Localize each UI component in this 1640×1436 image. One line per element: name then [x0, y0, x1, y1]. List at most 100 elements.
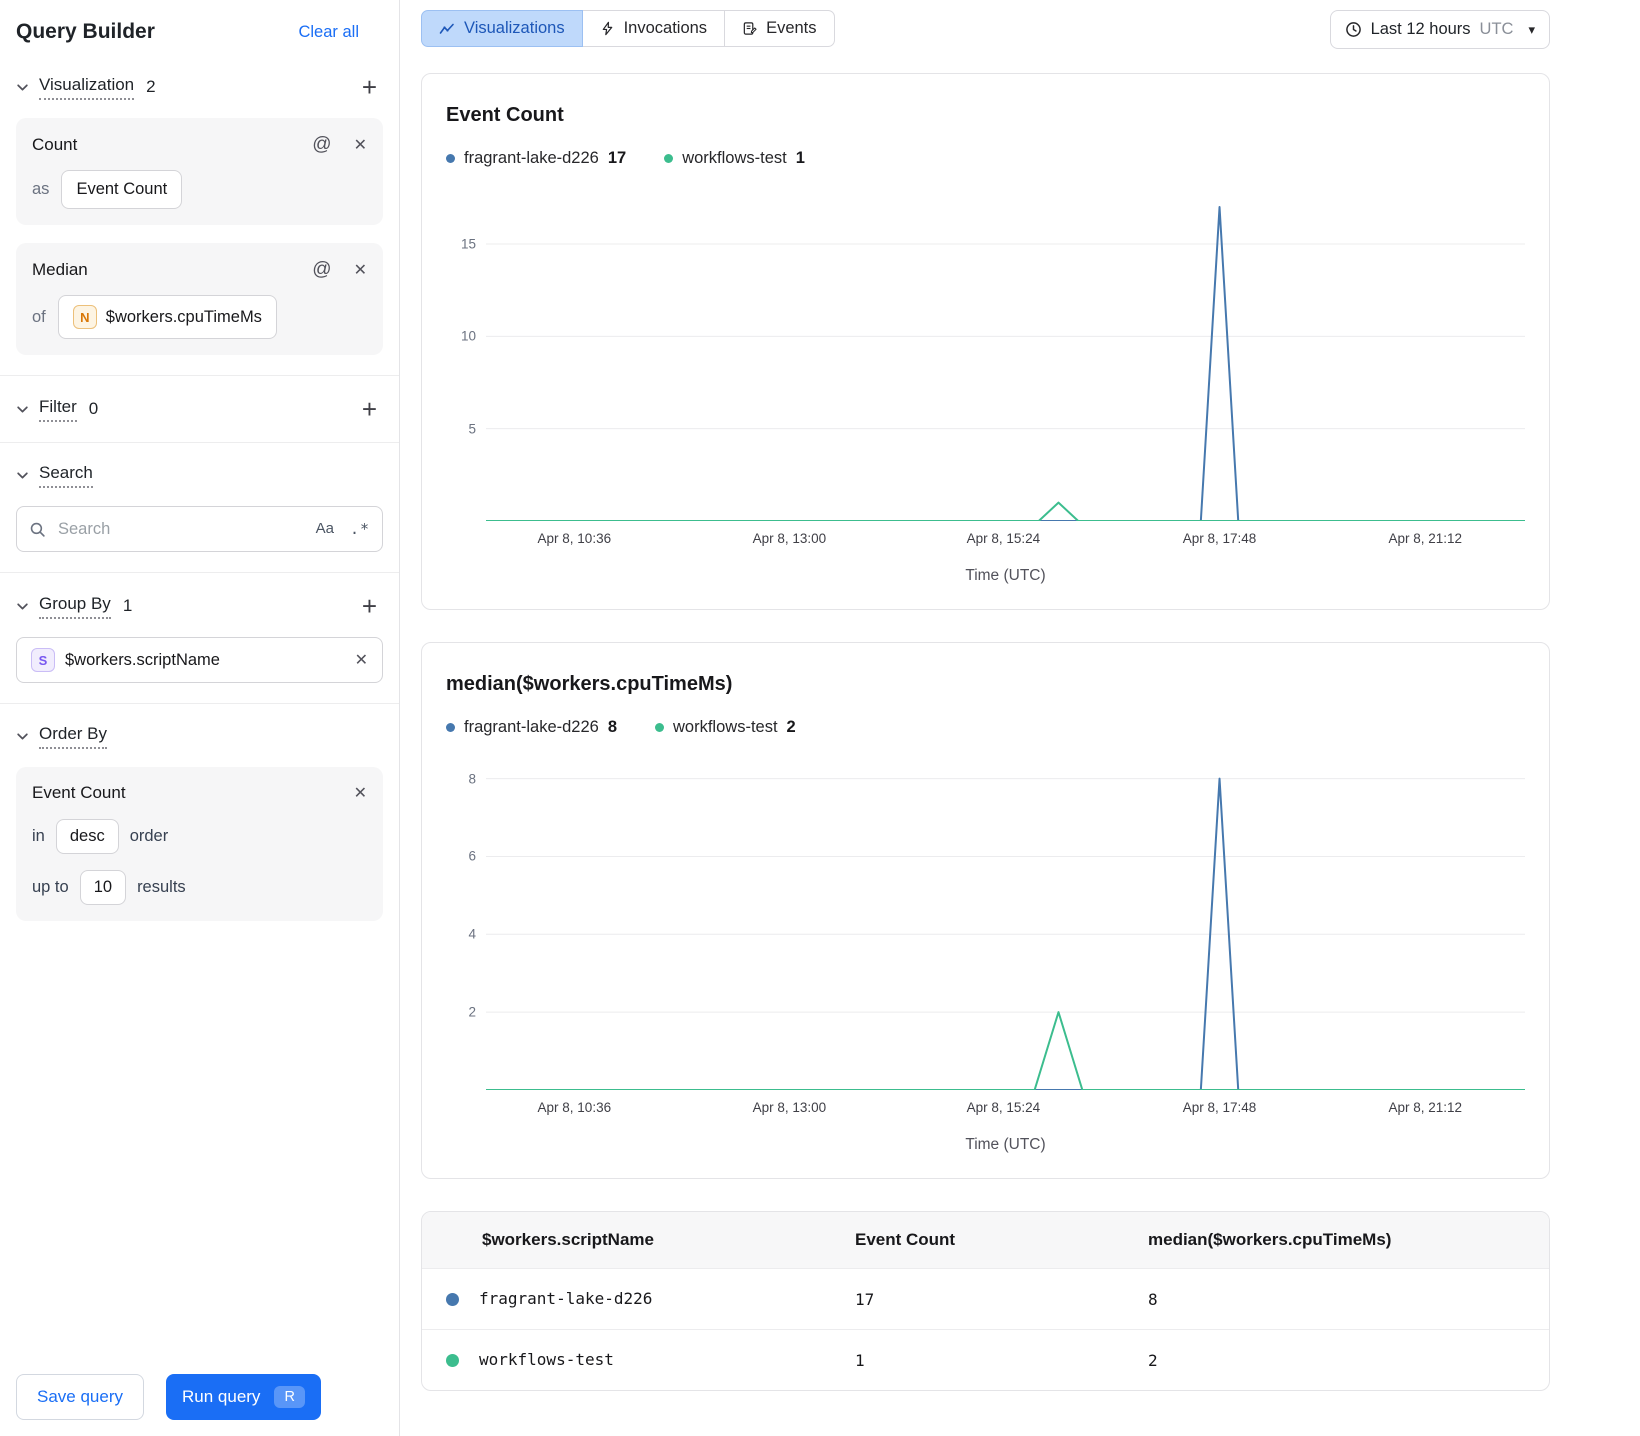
legend-label: workflows-test [682, 149, 787, 167]
x-axis-labels: Apr 8, 10:36 Apr 8, 13:00 Apr 8, 15:24 Apr … [486, 1100, 1525, 1120]
add-filter-button[interactable]: + [356, 396, 383, 422]
value-cell: 8 [1132, 1268, 1549, 1330]
alias-chip[interactable]: Event Count [61, 170, 183, 209]
legend-value: 8 [607, 718, 618, 736]
limit-chip[interactable]: 10 [79, 870, 127, 905]
search-section-title: Search [39, 463, 93, 488]
search-section: Search Aa .* [0, 443, 399, 573]
legend-item[interactable]: fragrant-lake-d226 8 [446, 718, 617, 737]
run-query-button[interactable]: Run query R [166, 1374, 321, 1420]
field-chip[interactable]: N $workers.cpuTimeMs [57, 295, 277, 339]
y-tick-label: 5 [468, 421, 476, 437]
group-by-count: 1 [122, 596, 133, 615]
sidebar-footer: Save query Run query R [0, 1358, 399, 1436]
string-field-icon: S [31, 648, 55, 672]
close-icon[interactable]: ✕ [354, 783, 367, 803]
legend-item[interactable]: workflows-test 2 [655, 718, 796, 737]
caret-down-icon: ▾ [1528, 21, 1535, 37]
field-chip-label: $workers.cpuTimeMs [105, 307, 262, 326]
x-tick-label: Apr 8, 10:36 [537, 1100, 612, 1115]
order-direction-chip[interactable]: desc [55, 819, 119, 854]
order-by-field: Event Count [32, 783, 126, 802]
close-icon[interactable]: ✕ [354, 135, 367, 155]
tab-events[interactable]: Events [724, 10, 835, 47]
chevron-down-icon[interactable] [16, 469, 29, 482]
legend-dot [446, 154, 455, 163]
close-icon[interactable]: ✕ [354, 260, 367, 280]
column-header-event-count: Event Count [838, 1212, 1132, 1269]
chart-plot[interactable] [486, 765, 1525, 1090]
at-icon[interactable]: @ [312, 134, 331, 156]
series-color-dot [446, 1354, 459, 1368]
order-by-card: Event Count ✕ in desc order up to 10 res… [16, 767, 383, 921]
tab-label: Visualizations [464, 19, 565, 37]
chart-title: Event Count [446, 104, 564, 126]
save-query-button[interactable]: Save query [16, 1374, 144, 1420]
search-input[interactable] [56, 518, 306, 540]
chart-line-icon [439, 21, 455, 37]
x-tick-label: Apr 8, 17:48 [1182, 1100, 1257, 1115]
x-tick-label: Apr 8, 21:12 [1388, 531, 1463, 546]
x-axis-labels: Apr 8, 10:36 Apr 8, 13:00 Apr 8, 15:24 Apr … [486, 531, 1525, 551]
add-visualization-button[interactable]: + [356, 74, 383, 100]
y-axis-labels: 2 4 6 8 [446, 765, 486, 1090]
tab-invocations[interactable]: Invocations [581, 10, 726, 47]
chevron-down-icon[interactable] [16, 81, 29, 94]
script-name: workflows-test [479, 1350, 614, 1369]
regex-icon[interactable]: .* [350, 520, 370, 538]
order-in-label: in [32, 827, 45, 845]
run-shortcut-badge: R [274, 1386, 305, 1408]
series-color-dot [446, 1293, 459, 1307]
legend-label: fragrant-lake-d226 [464, 718, 599, 736]
legend-item[interactable]: workflows-test 1 [664, 149, 805, 168]
visualization-section: Visualization 2 + Count @ ✕ as Event Cou… [0, 54, 399, 376]
median-cpu-chart-card: median($workers.cpuTimeMs) fragrant-lake… [421, 642, 1550, 1179]
x-tick-label: Apr 8, 17:48 [1182, 531, 1257, 546]
filter-section-title: Filter [39, 397, 77, 422]
y-axis-labels: 5 10 15 [446, 196, 486, 521]
time-range-dropdown[interactable]: Last 12 hours UTC ▾ [1329, 10, 1550, 49]
filter-count: 0 [88, 399, 99, 418]
chart-legend: fragrant-lake-d226 17 workflows-test 1 [446, 149, 1525, 168]
group-by-chip[interactable]: S $workers.scriptName ✕ [16, 637, 383, 683]
x-tick-label: Apr 8, 13:00 [752, 1100, 827, 1115]
number-field-icon: N [72, 305, 97, 329]
table-row: workflows-test 1 2 [422, 1329, 1549, 1390]
chart-title: median($workers.cpuTimeMs) [446, 673, 733, 695]
close-icon[interactable]: ✕ [355, 650, 368, 670]
chevron-down-icon[interactable] [16, 600, 29, 613]
order-by-section: Order By Event Count ✕ in desc order up … [0, 704, 399, 941]
field-prefix-label: of [32, 307, 46, 326]
tab-visualizations[interactable]: Visualizations [421, 10, 583, 47]
results-table: $workers.scriptName Event Count median($… [422, 1212, 1549, 1390]
x-tick-label: Apr 8, 15:24 [966, 1100, 1041, 1115]
y-tick-label: 2 [468, 1004, 476, 1020]
tab-label: Events [766, 19, 817, 37]
at-icon[interactable]: @ [312, 259, 331, 281]
value-cell: 2 [1132, 1329, 1549, 1390]
visualization-card-median: Median @ ✕ of N $workers.cpuTimeMs [16, 243, 383, 355]
results-panel: Visualizations Invocations Events Last 1… [400, 0, 1640, 1436]
legend-dot [446, 723, 455, 732]
limit-suffix-label: results [137, 878, 186, 896]
legend-value: 2 [786, 718, 796, 736]
y-tick-label: 15 [460, 236, 476, 252]
search-box: Aa .* [16, 506, 383, 552]
clock-icon [1345, 21, 1362, 38]
column-header-median: median($workers.cpuTimeMs) [1132, 1212, 1549, 1269]
value-cell: 1 [838, 1329, 1132, 1390]
chevron-down-icon[interactable] [16, 730, 29, 743]
match-case-icon[interactable]: Aa [316, 520, 334, 537]
chevron-down-icon[interactable] [16, 403, 29, 416]
bolt-icon [600, 21, 615, 36]
legend-value: 1 [795, 149, 805, 167]
results-table-card: $workers.scriptName Event Count median($… [421, 1211, 1550, 1391]
legend-value: 17 [607, 149, 627, 167]
clear-all-link[interactable]: Clear all [298, 23, 359, 42]
legend-item[interactable]: fragrant-lake-d226 17 [446, 149, 626, 168]
time-zone-label: UTC [1479, 20, 1514, 38]
x-tick-label: Apr 8, 10:36 [537, 531, 612, 546]
add-group-by-button[interactable]: + [356, 593, 383, 619]
chart-plot[interactable] [486, 196, 1525, 521]
time-range-label: Last 12 hours [1370, 20, 1471, 38]
